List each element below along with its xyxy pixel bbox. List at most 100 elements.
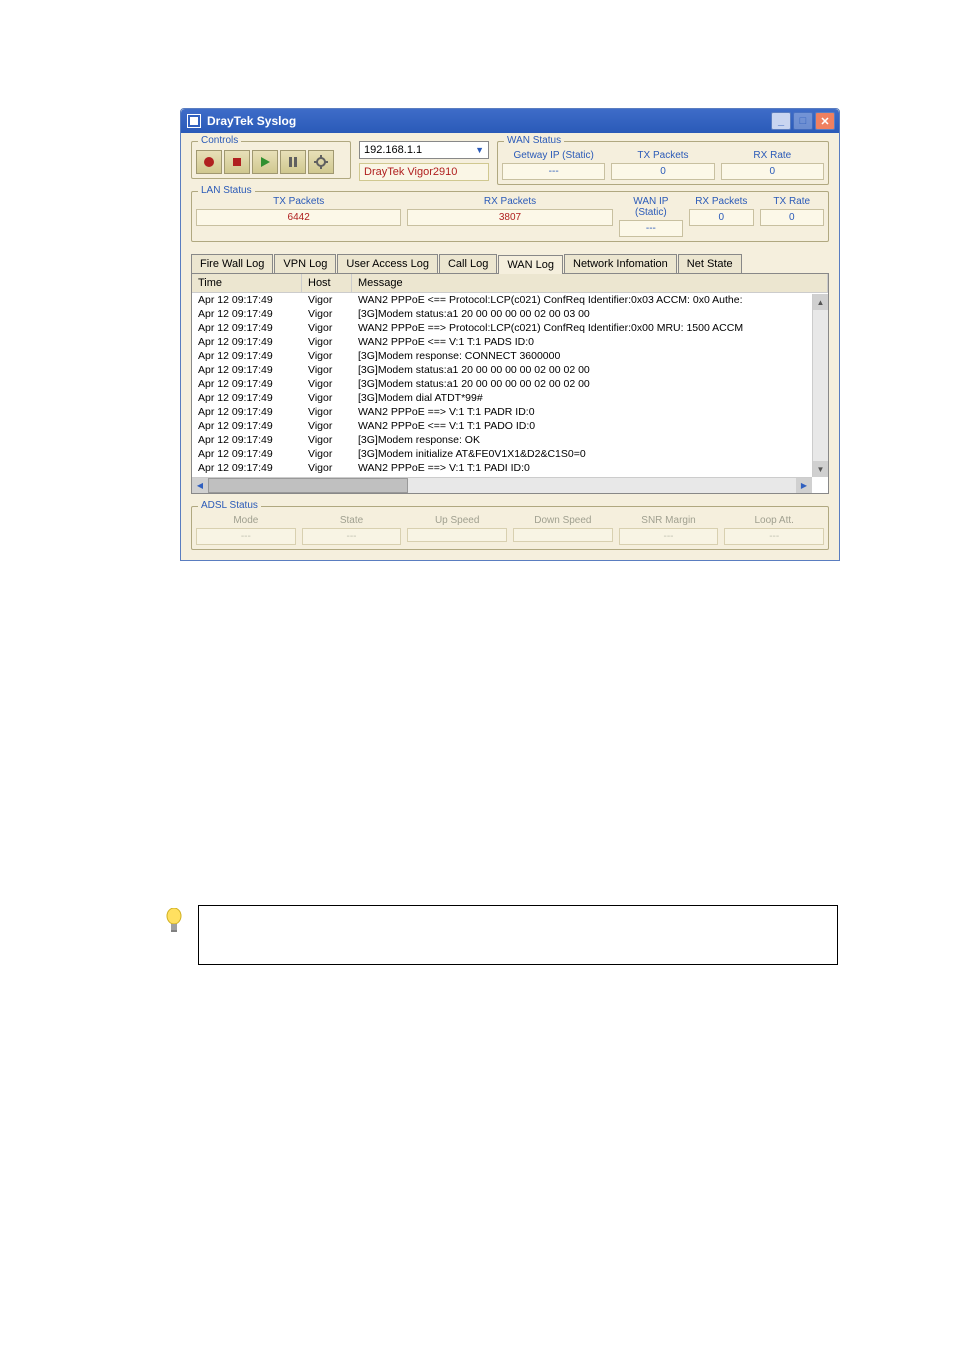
controls-legend: Controls	[198, 135, 241, 146]
tab-net-state[interactable]: Net State	[678, 254, 742, 273]
vertical-scrollbar[interactable]: ▲ ▼	[812, 294, 828, 477]
log-row[interactable]: Apr 12 09:17:49Vigor[3G]Modem dial ATDT*…	[192, 391, 828, 405]
log-row[interactable]: Apr 12 09:17:49VigorWAN2 PPPoE ==> V:1 T…	[192, 461, 828, 475]
stat-value: ---	[619, 220, 683, 237]
play-icon[interactable]	[252, 150, 278, 174]
scroll-down-icon[interactable]: ▼	[813, 461, 828, 477]
close-button[interactable]: ✕	[815, 112, 835, 130]
log-row[interactable]: Apr 12 09:17:49Vigor[3G]Modem status:a1 …	[192, 377, 828, 391]
log-host: Vigor	[302, 462, 352, 474]
lan-status-legend: LAN Status	[198, 185, 255, 196]
settings-icon[interactable]	[308, 150, 334, 174]
log-message: WAN2 PPPoE ==> V:1 T:1 PADR ID:0	[352, 406, 828, 418]
adsl-cell: State ---	[302, 515, 402, 545]
adsl-label: SNR Margin	[619, 515, 719, 526]
adsl-cell: Mode ---	[196, 515, 296, 545]
adsl-value: ---	[302, 528, 402, 545]
log-row[interactable]: Apr 12 09:17:49Vigor[3G]Modem status:a1 …	[192, 363, 828, 377]
stat-label: Getway IP (Static)	[502, 150, 605, 161]
adsl-cell: SNR Margin ---	[619, 515, 719, 545]
wan-row2: WAN IP (Static) --- RX Packets 0 TX Rate…	[619, 196, 824, 237]
stat-cell: WAN IP (Static) ---	[619, 196, 683, 237]
window-title: DrayTek Syslog	[207, 114, 296, 128]
log-message: WAN2 PPPoE ==> V:1 T:1 PADI ID:0	[352, 462, 828, 474]
stat-value: ---	[502, 163, 605, 180]
log-row[interactable]: Apr 12 09:17:49VigorWAN2 PPPoE ==> V:1 T…	[192, 405, 828, 419]
stat-label: WAN IP (Static)	[619, 196, 683, 218]
adsl-label: Up Speed	[407, 515, 507, 526]
log-row[interactable]: Apr 12 09:17:49VigorWAN2 PPPoE <== V:1 T…	[192, 335, 828, 349]
log-area: Time Host Message Apr 12 09:17:49VigorWA…	[191, 274, 829, 494]
log-row[interactable]: Apr 12 09:17:49Vigor[3G]Modem response: …	[192, 349, 828, 363]
adsl-label: Down Speed	[513, 515, 613, 526]
ip-address-dropdown[interactable]: 192.168.1.1 ▼	[359, 141, 489, 159]
adsl-cell: Loop Att. ---	[724, 515, 824, 545]
log-message: [3G]Modem response: OK	[352, 434, 828, 446]
title-bar-left: DrayTek Syslog	[187, 114, 296, 128]
log-row[interactable]: Apr 12 09:17:49Vigor[3G]Modem status:a1 …	[192, 307, 828, 321]
log-time: Apr 12 09:17:49	[192, 462, 302, 474]
stat-label: RX Packets	[689, 196, 753, 207]
record-icon[interactable]	[196, 150, 222, 174]
stop-icon[interactable]	[224, 150, 250, 174]
scroll-left-icon[interactable]: ◀	[192, 478, 208, 493]
log-header: Time Host Message	[192, 274, 828, 293]
adsl-value	[513, 528, 613, 542]
stat-cell: RX Packets 3807	[407, 196, 612, 237]
col-host-header[interactable]: Host	[302, 274, 352, 292]
log-host: Vigor	[302, 322, 352, 334]
control-icons	[196, 150, 346, 174]
log-row[interactable]: Apr 12 09:17:49VigorWAN2 PPPoE ==> Proto…	[192, 321, 828, 335]
adsl-value: ---	[619, 528, 719, 545]
log-row[interactable]: Apr 12 09:17:49Vigor[3G]Modem response: …	[192, 433, 828, 447]
scroll-up-icon[interactable]: ▲	[813, 294, 828, 310]
adsl-label: Mode	[196, 515, 296, 526]
tab-network-info[interactable]: Network Infomation	[564, 254, 677, 273]
log-row[interactable]: Apr 12 09:17:49VigorWAN2 PPPoE <== Proto…	[192, 293, 828, 307]
top-row: Controls 192.168.1.1 ▼ DrayTek Vigor2910	[191, 141, 829, 185]
pause-icon[interactable]	[280, 150, 306, 174]
tab-wan-log[interactable]: WAN Log	[498, 255, 563, 274]
minimize-button[interactable]: _	[771, 112, 791, 130]
log-body[interactable]: Apr 12 09:17:49VigorWAN2 PPPoE <== Proto…	[192, 293, 828, 483]
log-row[interactable]: Apr 12 09:17:49VigorWAN2 PPPoE <== V:1 T…	[192, 419, 828, 433]
log-row[interactable]: Apr 12 09:17:49Vigor[3G]Modem initialize…	[192, 447, 828, 461]
stat-label: RX Packets	[407, 196, 612, 207]
log-time: Apr 12 09:17:49	[192, 392, 302, 404]
stat-label: RX Rate	[721, 150, 824, 161]
horizontal-scrollbar[interactable]: ◀ ▶	[192, 477, 812, 493]
log-host: Vigor	[302, 336, 352, 348]
tab-vpn-log[interactable]: VPN Log	[274, 254, 336, 273]
stat-cell: TX Packets 0	[611, 150, 714, 180]
tab-firewall-log[interactable]: Fire Wall Log	[191, 254, 273, 273]
scroll-right-icon[interactable]: ▶	[796, 478, 812, 493]
stat-label: TX Packets	[611, 150, 714, 161]
stat-value: 0	[611, 163, 714, 180]
stat-cell: RX Packets 0	[689, 196, 753, 237]
adsl-label: State	[302, 515, 402, 526]
log-time: Apr 12 09:17:49	[192, 308, 302, 320]
scroll-thumb[interactable]	[208, 478, 408, 493]
log-message: WAN2 PPPoE <== V:1 T:1 PADO ID:0	[352, 420, 828, 432]
log-message: [3G]Modem status:a1 20 00 00 00 00 02 00…	[352, 308, 828, 320]
stat-cell: RX Rate 0	[721, 150, 824, 180]
log-message: WAN2 PPPoE ==> Protocol:LCP(c021) ConfRe…	[352, 322, 828, 334]
title-bar[interactable]: DrayTek Syslog _ □ ✕	[181, 109, 839, 133]
tip-box	[198, 905, 838, 965]
log-host: Vigor	[302, 420, 352, 432]
adsl-status-group: ADSL Status Mode --- State --- Up Speed …	[191, 506, 829, 550]
col-time-header[interactable]: Time	[192, 274, 302, 292]
tab-call-log[interactable]: Call Log	[439, 254, 497, 273]
col-msg-header[interactable]: Message	[352, 274, 828, 292]
log-host: Vigor	[302, 392, 352, 404]
log-message: [3G]Modem status:a1 20 00 00 00 00 02 00…	[352, 378, 828, 390]
adsl-value	[407, 528, 507, 542]
adsl-label: Loop Att.	[724, 515, 824, 526]
log-time: Apr 12 09:17:49	[192, 434, 302, 446]
log-host: Vigor	[302, 364, 352, 376]
lan-status-group: LAN Status TX Packets 6442 RX Packets 38…	[191, 191, 829, 242]
log-message: WAN2 PPPoE <== Protocol:LCP(c021) ConfRe…	[352, 294, 828, 306]
log-message: [3G]Modem response: CONNECT 3600000	[352, 350, 828, 362]
tab-user-access-log[interactable]: User Access Log	[337, 254, 438, 273]
stat-label: TX Rate	[760, 196, 824, 207]
